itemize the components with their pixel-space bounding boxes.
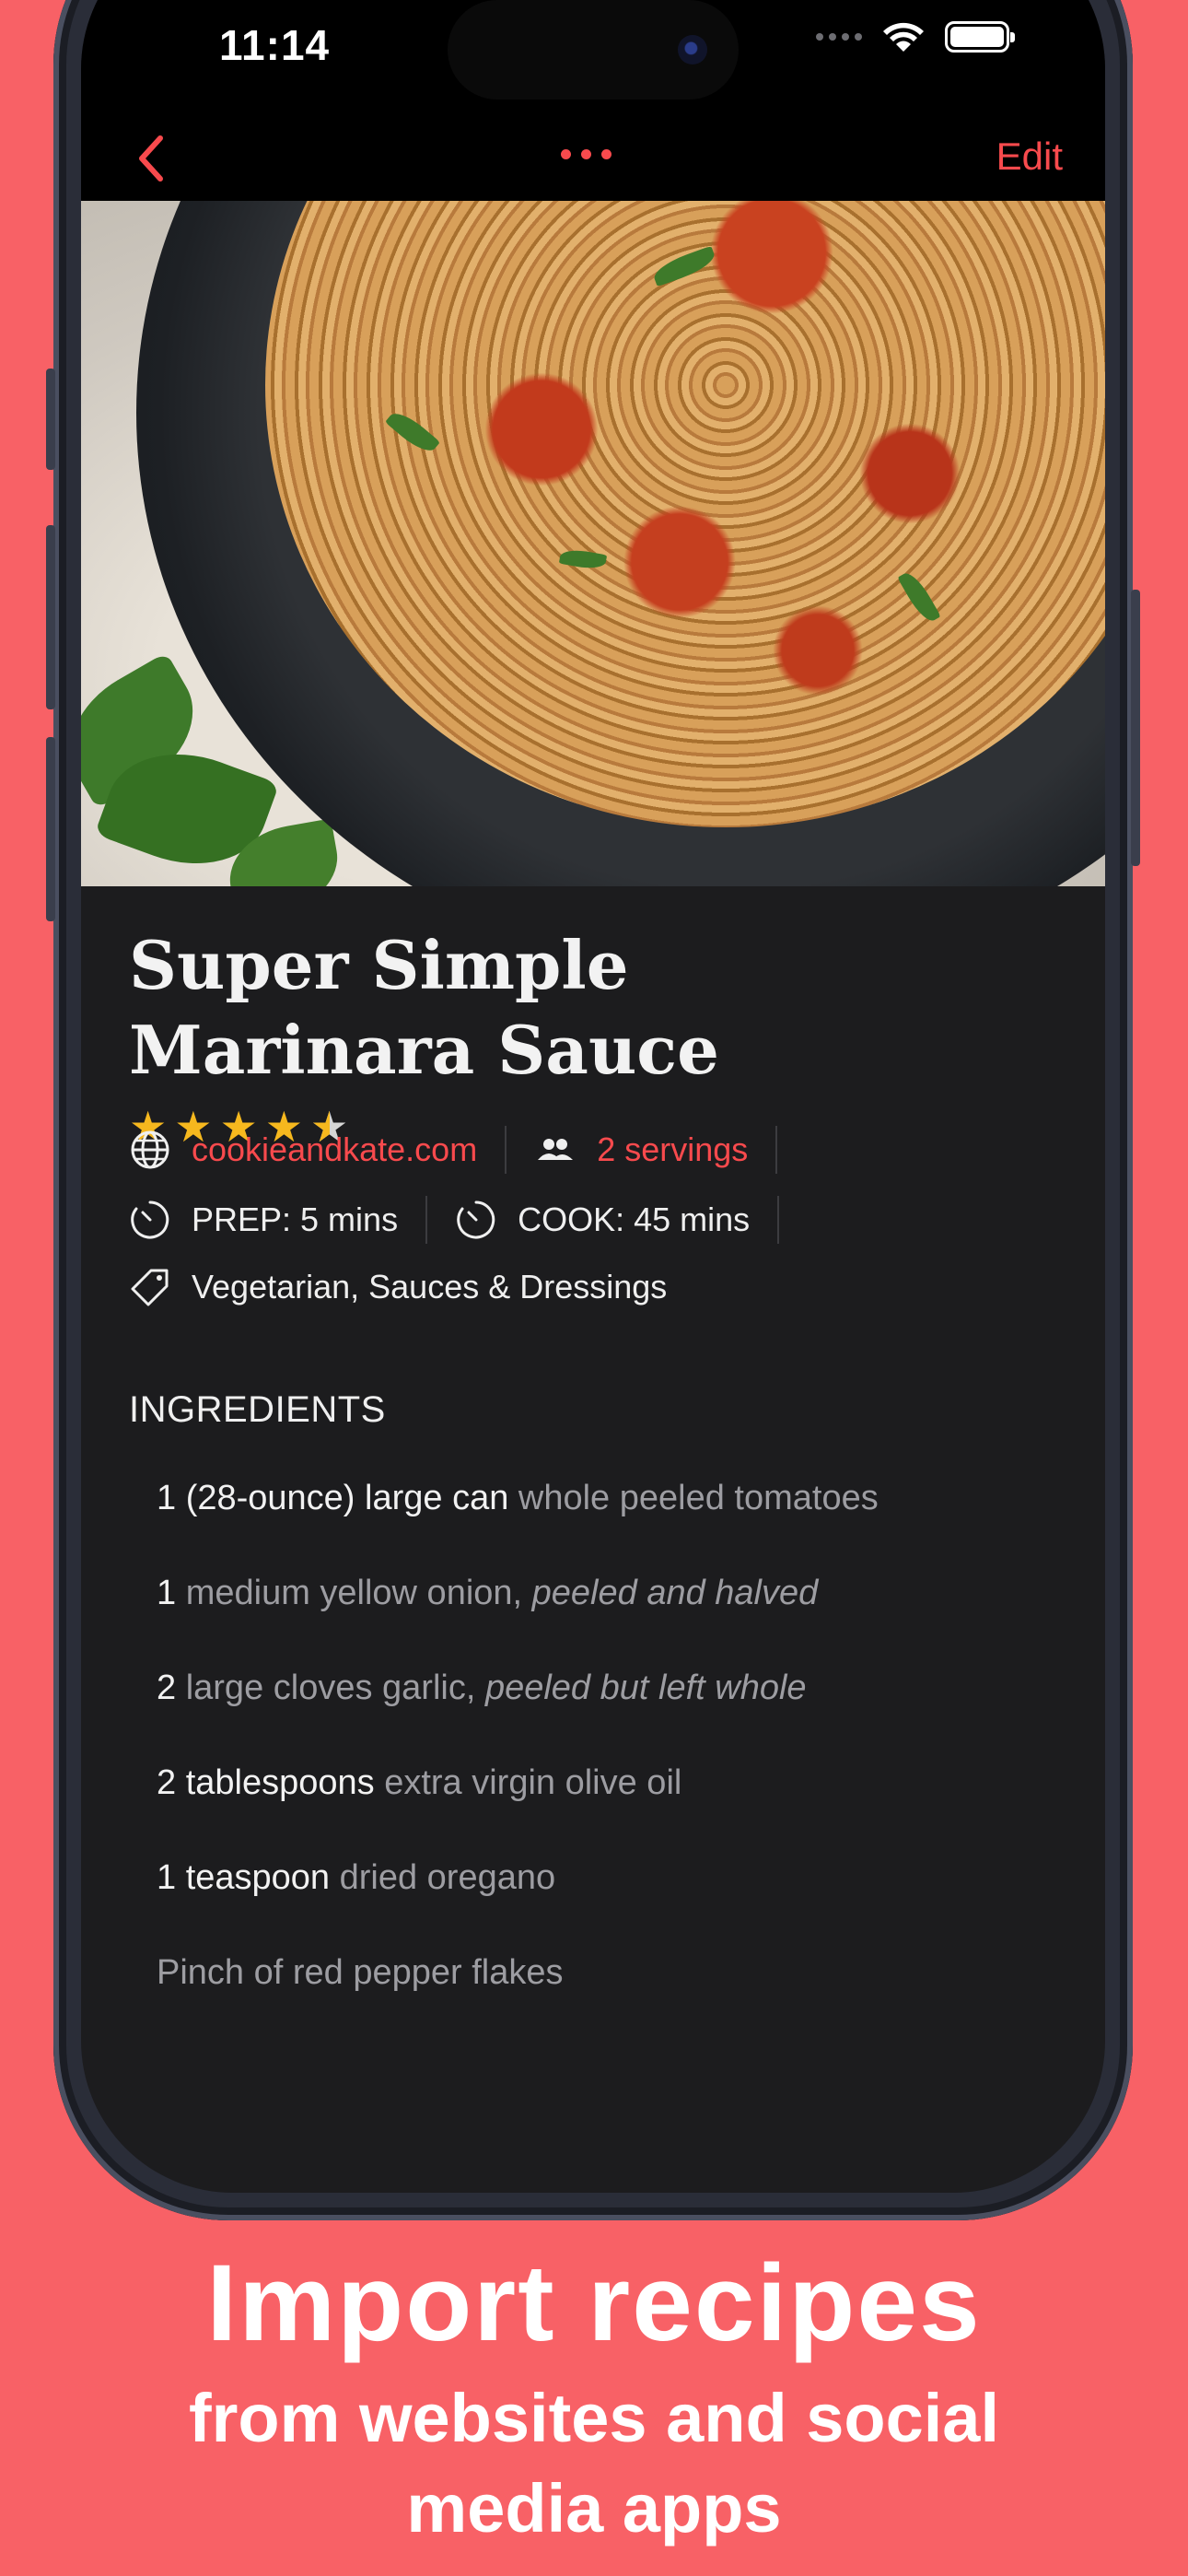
action-button <box>46 369 55 470</box>
divider <box>775 1126 778 1174</box>
divider <box>425 1196 428 1244</box>
tags[interactable]: Vegetarian, Sauces & Dressings <box>129 1266 667 1308</box>
timer-icon <box>457 1200 495 1239</box>
phone-screen: 11:14 Edit Super Simple Marinara Sauce ★… <box>81 0 1105 2193</box>
recipe-photo <box>81 201 1105 886</box>
ingredients-header: INGREDIENTS <box>129 1389 386 1430</box>
ingredient-item[interactable]: 2 tablespoons extra virgin olive oil <box>157 1755 1077 1850</box>
more-button[interactable] <box>561 149 611 159</box>
time-row: PREP: 5 mins COOK: 45 mins <box>129 1196 807 1244</box>
source-link[interactable]: cookieandkate.com <box>129 1129 477 1171</box>
cook-time-text: COOK: 45 mins <box>518 1200 751 1238</box>
edit-button[interactable]: Edit <box>996 135 1063 179</box>
back-button[interactable] <box>129 131 175 186</box>
camera-icon <box>678 35 707 64</box>
caption-headline: Import recipes <box>206 2242 982 2364</box>
divider <box>777 1196 780 1244</box>
dynamic-island <box>448 0 739 100</box>
ingredient-item[interactable]: 1 (28-ounce) large can whole peeled toma… <box>157 1470 1077 1565</box>
prep-time-text: PREP: 5 mins <box>192 1200 399 1238</box>
ellipsis-icon <box>561 149 571 159</box>
wifi-icon <box>883 22 924 52</box>
ingredient-item[interactable]: 2 large cloves garlic, peeled but left w… <box>157 1660 1077 1755</box>
servings-text[interactable]: 2 servings <box>597 1130 748 1169</box>
source-link-text[interactable]: cookieandkate.com <box>192 1130 477 1169</box>
servings-button[interactable]: 2 servings <box>534 1129 748 1171</box>
volume-up-button <box>46 525 55 709</box>
status-time: 11:14 <box>219 21 331 69</box>
ingredient-item[interactable]: 1 teaspoon dried oregano <box>157 1850 1077 1945</box>
caption-subline-1: from websites and social <box>188 2380 1000 2456</box>
prep-time: PREP: 5 mins <box>129 1199 398 1241</box>
cook-time: COOK: 45 mins <box>455 1199 750 1241</box>
recipe-title-line1: Super Simple <box>129 926 629 1004</box>
volume-down-button <box>46 737 55 921</box>
chevron-left-icon <box>139 135 163 181</box>
ingredient-item[interactable]: 1 medium yellow onion, peeled and halved <box>157 1565 1077 1660</box>
ingredients-list: 1 (28-ounce) large can whole peeled toma… <box>157 1470 1077 2040</box>
tag-icon <box>131 1269 169 1306</box>
tags-row: Vegetarian, Sauces & Dressings <box>129 1266 667 1308</box>
people-icon <box>538 1139 574 1160</box>
globe-icon <box>131 1130 169 1169</box>
battery-icon <box>945 21 1015 53</box>
divider <box>505 1126 507 1174</box>
timer-icon <box>131 1200 169 1239</box>
tags-text: Vegetarian, Sauces & Dressings <box>192 1268 668 1306</box>
ingredient-item[interactable]: Pinch of red pepper flakes <box>157 1945 1077 2040</box>
signal-icon <box>816 33 862 41</box>
power-button <box>1131 590 1140 866</box>
caption-subline-2: media apps <box>406 2470 782 2547</box>
status-icons <box>816 20 1015 53</box>
source-servings-row: cookieandkate.com 2 servings <box>129 1126 805 1174</box>
recipe-title-line2: Marinara Sauce <box>129 1011 719 1089</box>
caption-subline: from websites and social media apps <box>0 2373 1188 2554</box>
recipe-title: Super Simple Marinara Sauce <box>129 923 958 1093</box>
